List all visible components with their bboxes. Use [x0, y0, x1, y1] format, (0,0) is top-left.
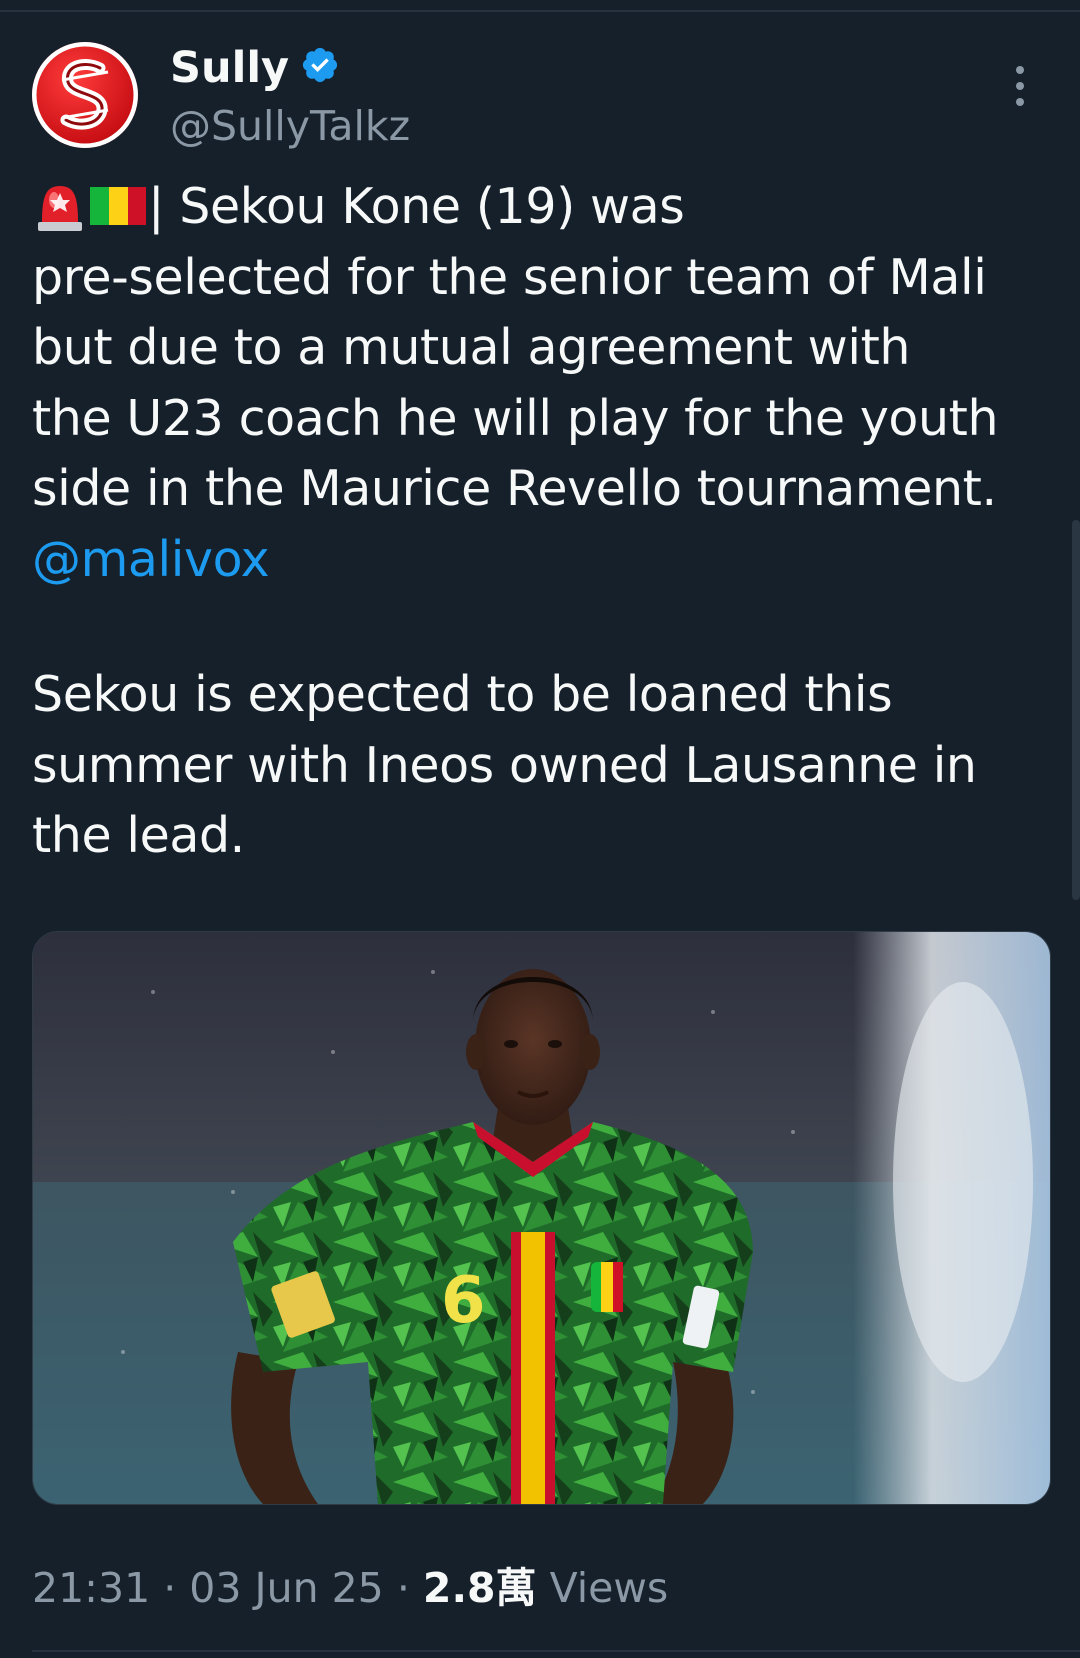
- views-count[interactable]: 2.8萬: [423, 1564, 537, 1612]
- tweet-header: Sully @SullyTalkz: [32, 42, 1052, 152]
- meta-separator: ·: [396, 1564, 410, 1612]
- mali-flag-emoji-icon: [90, 186, 146, 225]
- tweet-line: Sekou is expected to be loaned this: [32, 666, 893, 723]
- views-label[interactable]: Views: [550, 1564, 669, 1612]
- tweet-text: | Sekou Kone (19) was pre-selected for t…: [32, 172, 1052, 872]
- meta-separator: ·: [163, 1564, 177, 1612]
- tweet-time[interactable]: 21:31: [32, 1564, 150, 1612]
- avatar-logo-icon: [33, 43, 137, 147]
- bottom-divider: [32, 1650, 1080, 1652]
- tweet-line: side in the Maurice Revello tournament.: [32, 460, 997, 517]
- tweet-line: the lead.: [32, 807, 245, 864]
- avatar[interactable]: [32, 42, 138, 148]
- author-handle[interactable]: @SullyTalkz: [170, 100, 410, 152]
- tweet-line: summer with Ineos owned Lausanne in: [32, 736, 977, 794]
- top-divider: [0, 10, 1080, 12]
- mention-link[interactable]: @malivox: [32, 531, 270, 588]
- tweet-line: pre-selected for the senior team of Mali: [32, 248, 987, 306]
- tweet-line: @malivox: [32, 525, 1052, 596]
- tweet-media-photo[interactable]: 6: [32, 931, 1051, 1505]
- tweet-date[interactable]: 03 Jun 25: [189, 1564, 383, 1612]
- tweet-line: the U23 coach he will play for the youth: [32, 389, 999, 447]
- author-name-block[interactable]: Sully @SullyTalkz: [170, 42, 410, 152]
- tweet-line: but due to a mutual agreement with: [32, 319, 911, 376]
- tweet-line: | Sekou Kone (19) was: [32, 172, 1052, 243]
- siren-emoji-icon: [38, 185, 82, 231]
- verified-badge-icon: [303, 47, 338, 83]
- jersey-number: 6: [441, 1264, 486, 1338]
- scrollbar[interactable]: [1072, 520, 1080, 900]
- tweet-line-text: | Sekou Kone (19) was: [148, 178, 685, 235]
- more-options-icon[interactable]: [1010, 64, 1030, 108]
- player-photo: 6: [33, 932, 1050, 1504]
- tweet-meta: 21:31 · 03 Jun 25 · 2.8萬 Views: [32, 1560, 668, 1616]
- display-name[interactable]: Sully: [170, 42, 289, 94]
